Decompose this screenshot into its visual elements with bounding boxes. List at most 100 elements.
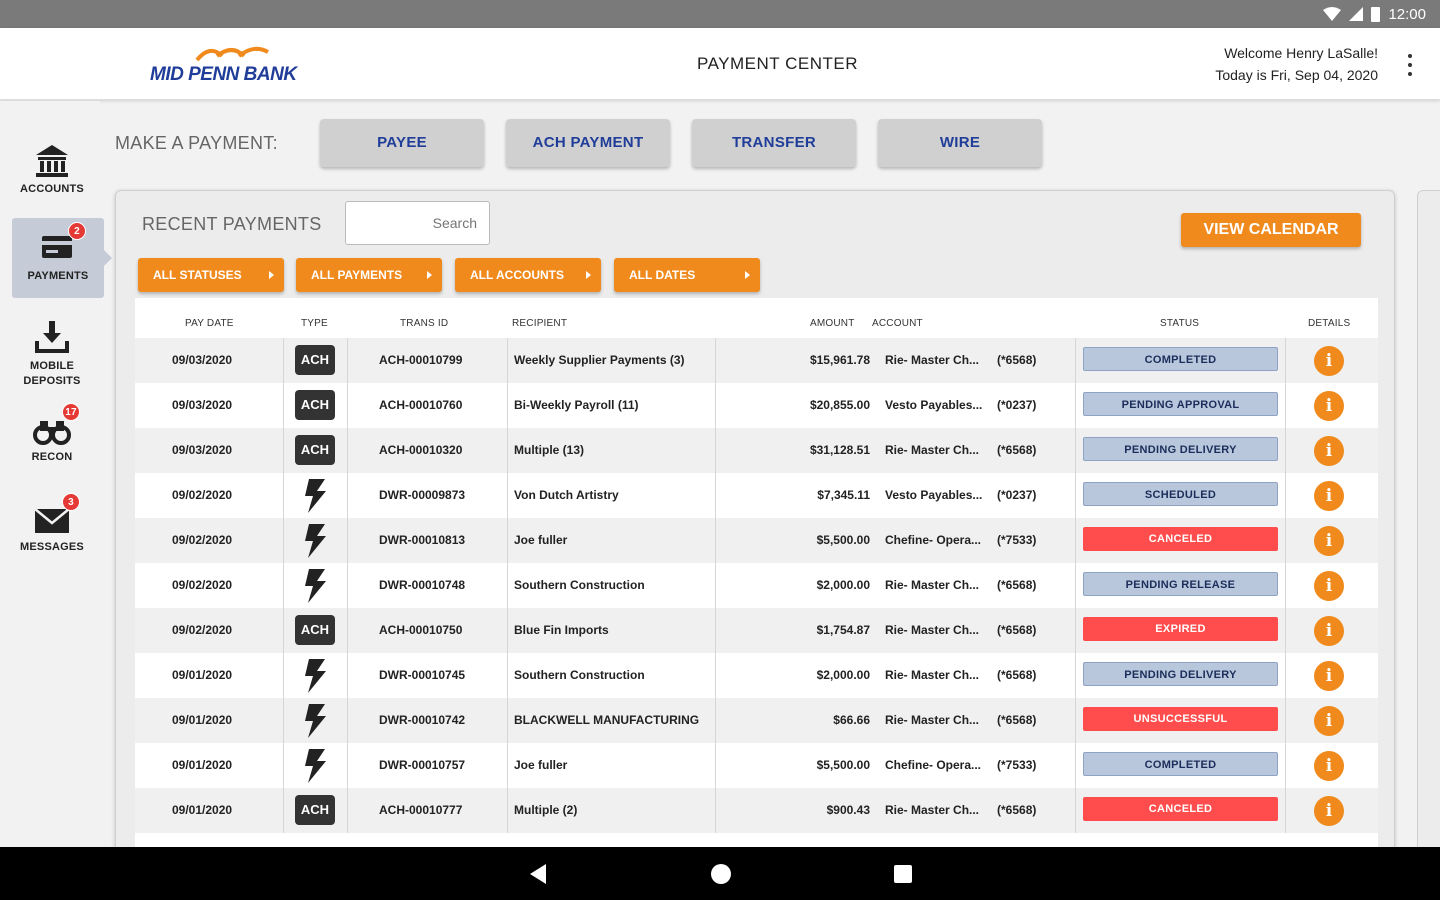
nav-messages[interactable]: 3 MESSAGES [0,493,104,553]
system-navigation-bar [0,847,1440,900]
filter-all-dates[interactable]: ALL DATES [614,258,760,292]
ach-type-badge: ACH [295,615,335,645]
col-recipient[interactable]: RECIPIENT [512,318,567,329]
cell-pay-date: 09/03/2020 [172,443,233,457]
nav-mobile-deposits[interactable]: MOBILE DEPOSITS [0,319,104,389]
cell-recipient: Von Dutch Artistry [514,488,619,502]
cell-account-number: (*7533) [997,533,1037,547]
wifi-icon [1323,7,1342,21]
binoculars-icon: 17 [32,403,80,447]
col-pay-date[interactable]: PAY DATE [185,318,234,329]
col-status[interactable]: STATUS [1160,318,1199,329]
cell-trans-id: DWR-00010742 [379,713,466,727]
caret-right-icon [745,271,750,279]
side-navigation: ACCOUNTS 2 PAYMENTS MOBILE DEPOSITS 17 R… [0,101,112,847]
recon-badge: 17 [62,403,80,421]
cell-recipient: BLACKWELL MANUFACTURING [514,713,700,727]
caret-right-icon [586,271,591,279]
ach-type-badge: ACH [295,435,335,465]
cell-amount: $5,500.00 [816,758,870,772]
ach-type-badge: ACH [295,795,335,825]
home-icon[interactable] [711,864,731,884]
info-icon[interactable]: i [1314,481,1344,511]
info-icon[interactable]: i [1314,796,1344,826]
table-header: PAY DATE TYPE TRANS ID RECIPIENT AMOUNT … [135,298,1378,338]
nav-payments-label: PAYMENTS [27,270,89,282]
table-row[interactable]: 09/01/2020 DWR-00010757 Joe fuller $5,500.0… [135,743,1378,788]
cell-trans-id: ACH-00010320 [379,443,463,457]
col-details[interactable]: DETAILS [1308,318,1350,329]
info-icon[interactable]: i [1314,751,1344,781]
cell-recipient: Multiple (13) [514,443,585,457]
cell-account-number: (*0237) [997,488,1037,502]
cell-account: Rie- Master Ch... [885,578,980,592]
cell-amount: $900.43 [826,803,870,817]
brand-logo[interactable]: MID PENN BANK [150,42,330,88]
table-row[interactable]: 09/01/2020 DWR-00010745 Southern Construct… [135,653,1378,698]
wire-bolt-icon [301,568,329,604]
nav-payments[interactable]: 2 PAYMENTS [12,218,112,298]
info-icon[interactable]: i [1314,661,1344,691]
status-badge: SCHEDULED [1083,482,1278,506]
cell-pay-date: 09/01/2020 [172,803,233,817]
battery-icon [1371,6,1381,22]
ach-payment-button[interactable]: ACH PAYMENT [506,119,670,167]
col-trans-id[interactable]: TRANS ID [400,318,448,329]
welcome-block: Welcome Henry LaSalle! Today is Fri, Sep… [1215,42,1378,86]
info-icon[interactable]: i [1314,616,1344,646]
recent-payments-title: RECENT PAYMENTS [142,214,322,234]
ach-type-badge: ACH [295,345,335,375]
filter-all-statuses[interactable]: ALL STATUSES [138,258,284,292]
cell-account-number: (*6568) [997,668,1037,682]
cell-trans-id: ACH-00010750 [379,623,463,637]
info-icon[interactable]: i [1314,706,1344,736]
wire-bolt-icon [301,658,329,694]
table-row[interactable]: 09/03/2020 ACH ACH-00010320 Multiple (13) $3… [135,428,1378,473]
col-account[interactable]: ACCOUNT [872,318,923,329]
nav-messages-label: MESSAGES [20,541,84,553]
table-row[interactable]: 09/02/2020 DWR-00010813 Joe fuller $5,500.0… [135,518,1378,563]
filter-label: ALL DATES [629,268,696,282]
info-icon[interactable]: i [1314,571,1344,601]
status-badge: COMPLETED [1083,752,1278,776]
filter-label: ALL ACCOUNTS [470,268,564,282]
filter-label: ALL PAYMENTS [311,268,403,282]
caret-right-icon [269,271,274,279]
cell-account-number: (*0237) [997,398,1037,412]
payments-badge: 2 [68,222,86,240]
table-row[interactable]: 09/02/2020 ACH ACH-00010750 Blue Fin Import… [135,608,1378,653]
table-row[interactable]: 09/01/2020 ACH ACH-00010777 Multiple (2) $90… [135,788,1378,833]
filter-all-payments[interactable]: ALL PAYMENTS [296,258,442,292]
back-icon[interactable] [530,864,546,884]
cell-trans-id: DWR-00010757 [379,758,466,772]
filter-label: ALL STATUSES [153,268,242,282]
cell-account: Rie- Master Ch... [885,803,980,817]
nav-recon[interactable]: 17 RECON [0,403,104,463]
transfer-button[interactable]: TRANSFER [692,119,856,167]
status-badge: PENDING APPROVAL [1083,392,1278,416]
nav-accounts[interactable]: ACCOUNTS [0,143,104,195]
wire-button[interactable]: WIRE [878,119,1042,167]
info-icon[interactable]: i [1314,526,1344,556]
cell-account-number: (*6568) [997,803,1037,817]
filter-all-accounts[interactable]: ALL ACCOUNTS [455,258,601,292]
search-input[interactable] [345,201,490,245]
clock: 12:00 [1388,5,1426,23]
table-row[interactable]: 09/02/2020 DWR-00010748 Southern Construct… [135,563,1378,608]
info-icon[interactable]: i [1314,391,1344,421]
view-calendar-button[interactable]: VIEW CALENDAR [1181,213,1361,247]
app-header: MID PENN BANK PAYMENT CENTER Welcome Hen… [0,28,1440,100]
info-icon[interactable]: i [1314,346,1344,376]
col-type[interactable]: TYPE [301,318,328,329]
overflow-menu-icon[interactable] [1406,54,1414,76]
table-row[interactable]: 09/03/2020 ACH ACH-00010799 Weekly Supplier… [135,338,1378,383]
cell-account: Vesto Payables... [885,488,983,502]
table-row[interactable]: 09/03/2020 ACH ACH-00010760 Bi-Weekly Payro… [135,383,1378,428]
cell-account: Rie- Master Ch... [885,353,980,367]
table-row[interactable]: 09/02/2020 DWR-00009873 Von Dutch Artistry… [135,473,1378,518]
payee-button[interactable]: PAYEE [320,119,484,167]
table-row[interactable]: 09/01/2020 DWR-00010742 BLACKWELL MANUFACT… [135,698,1378,743]
col-amount[interactable]: AMOUNT [810,318,855,329]
info-icon[interactable]: i [1314,436,1344,466]
recent-apps-icon[interactable] [894,865,912,883]
